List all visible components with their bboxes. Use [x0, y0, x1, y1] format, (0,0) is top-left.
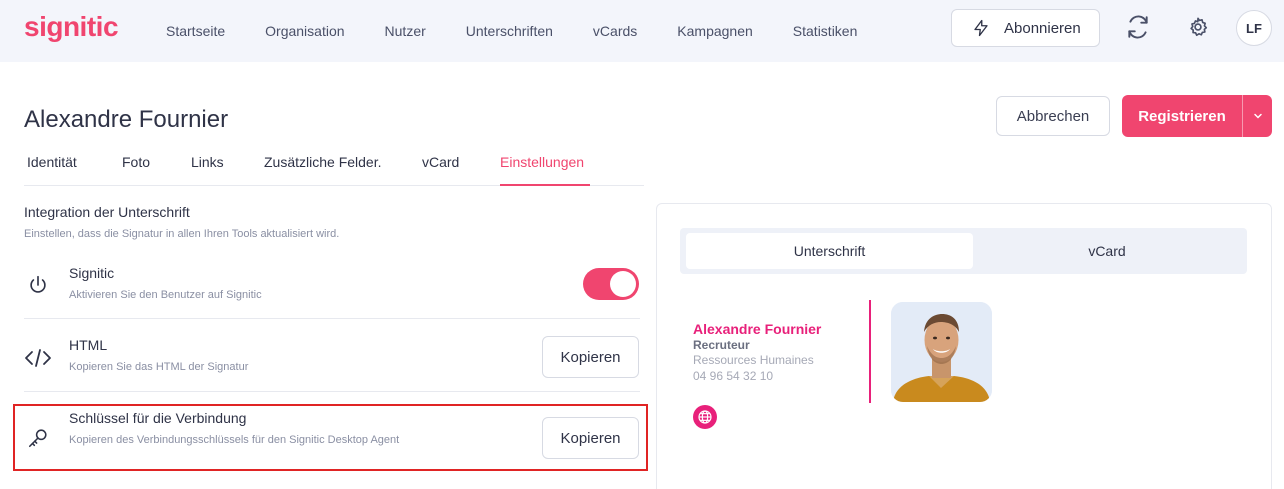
preview-toggle: Unterschrift vCard: [680, 228, 1247, 274]
tab-links[interactable]: Links: [191, 146, 224, 186]
gear-icon[interactable]: [1181, 10, 1215, 44]
user-avatar[interactable]: LF: [1236, 10, 1272, 46]
power-icon: [24, 271, 52, 299]
copy-html-button[interactable]: Kopieren: [542, 336, 639, 378]
top-navigation-bar: signitic Startseite Organisation Nutzer …: [0, 0, 1284, 62]
sync-icon[interactable]: [1121, 10, 1155, 44]
setting-row-signitic: Signitic Aktivieren Sie den Benutzer auf…: [24, 263, 640, 319]
setting-row-html: HTML Kopieren Sie das HTML der Signatur …: [24, 330, 640, 390]
profile-tabs: Identität Foto Links Zusätzliche Felder.…: [24, 146, 644, 186]
signature-divider: [869, 300, 871, 403]
nav-item-unterschriften[interactable]: Unterschriften: [446, 3, 573, 59]
highlight-box: [13, 404, 648, 471]
code-icon: [24, 344, 52, 372]
signature-phone: 04 96 54 32 10: [693, 369, 774, 383]
tab-vcard[interactable]: vCard: [422, 146, 459, 186]
tab-einstellungen[interactable]: Einstellungen: [500, 146, 590, 186]
setting-description: Kopieren Sie das HTML der Signatur: [69, 361, 249, 373]
register-button[interactable]: Registrieren: [1122, 95, 1272, 137]
nav-item-kampagnen[interactable]: Kampagnen: [657, 3, 773, 59]
signitic-logo[interactable]: signitic: [24, 12, 119, 42]
tab-identitaet[interactable]: Identität: [27, 146, 77, 186]
signature-photo: [891, 302, 992, 402]
setting-description: Aktivieren Sie den Benutzer auf Signitic: [69, 289, 262, 301]
setting-title: Signitic: [69, 265, 115, 281]
tab-zusaetzliche-felder[interactable]: Zusätzliche Felder.: [264, 146, 382, 186]
lightning-icon: [972, 19, 990, 37]
nav-item-nutzer[interactable]: Nutzer: [365, 3, 446, 59]
main-nav: Startseite Organisation Nutzer Unterschr…: [146, 0, 877, 62]
nav-item-startseite[interactable]: Startseite: [146, 3, 245, 59]
signature-role: Recruteur: [693, 338, 750, 352]
toggle-knob: [610, 271, 636, 297]
setting-title: HTML: [69, 337, 108, 353]
chevron-down-icon[interactable]: [1243, 111, 1272, 121]
nav-item-organisation[interactable]: Organisation: [245, 3, 364, 59]
signature-name: Alexandre Fournier: [693, 321, 822, 337]
preview-tab-unterschrift[interactable]: Unterschrift: [686, 233, 973, 269]
preview-tab-vcard[interactable]: vCard: [973, 233, 1241, 269]
row-divider: [24, 391, 640, 392]
section-title: Integration der Unterschrift: [24, 204, 190, 220]
cancel-button[interactable]: Abbrechen: [996, 96, 1110, 136]
row-divider: [24, 318, 640, 319]
nav-item-statistiken[interactable]: Statistiken: [773, 3, 878, 59]
page-title: Alexandre Fournier: [24, 106, 229, 133]
nav-item-vcards[interactable]: vCards: [573, 3, 657, 59]
subscribe-button[interactable]: Abonnieren: [951, 9, 1100, 47]
tab-foto[interactable]: Foto: [122, 146, 150, 186]
section-subtitle: Einstellen, dass die Signatur in allen I…: [24, 228, 340, 240]
register-label: Registrieren: [1138, 107, 1226, 125]
signature-department: Ressources Humaines: [693, 353, 814, 367]
signitic-toggle[interactable]: [583, 268, 639, 300]
globe-icon[interactable]: [693, 405, 717, 429]
subscribe-label: Abonnieren: [1004, 19, 1081, 37]
